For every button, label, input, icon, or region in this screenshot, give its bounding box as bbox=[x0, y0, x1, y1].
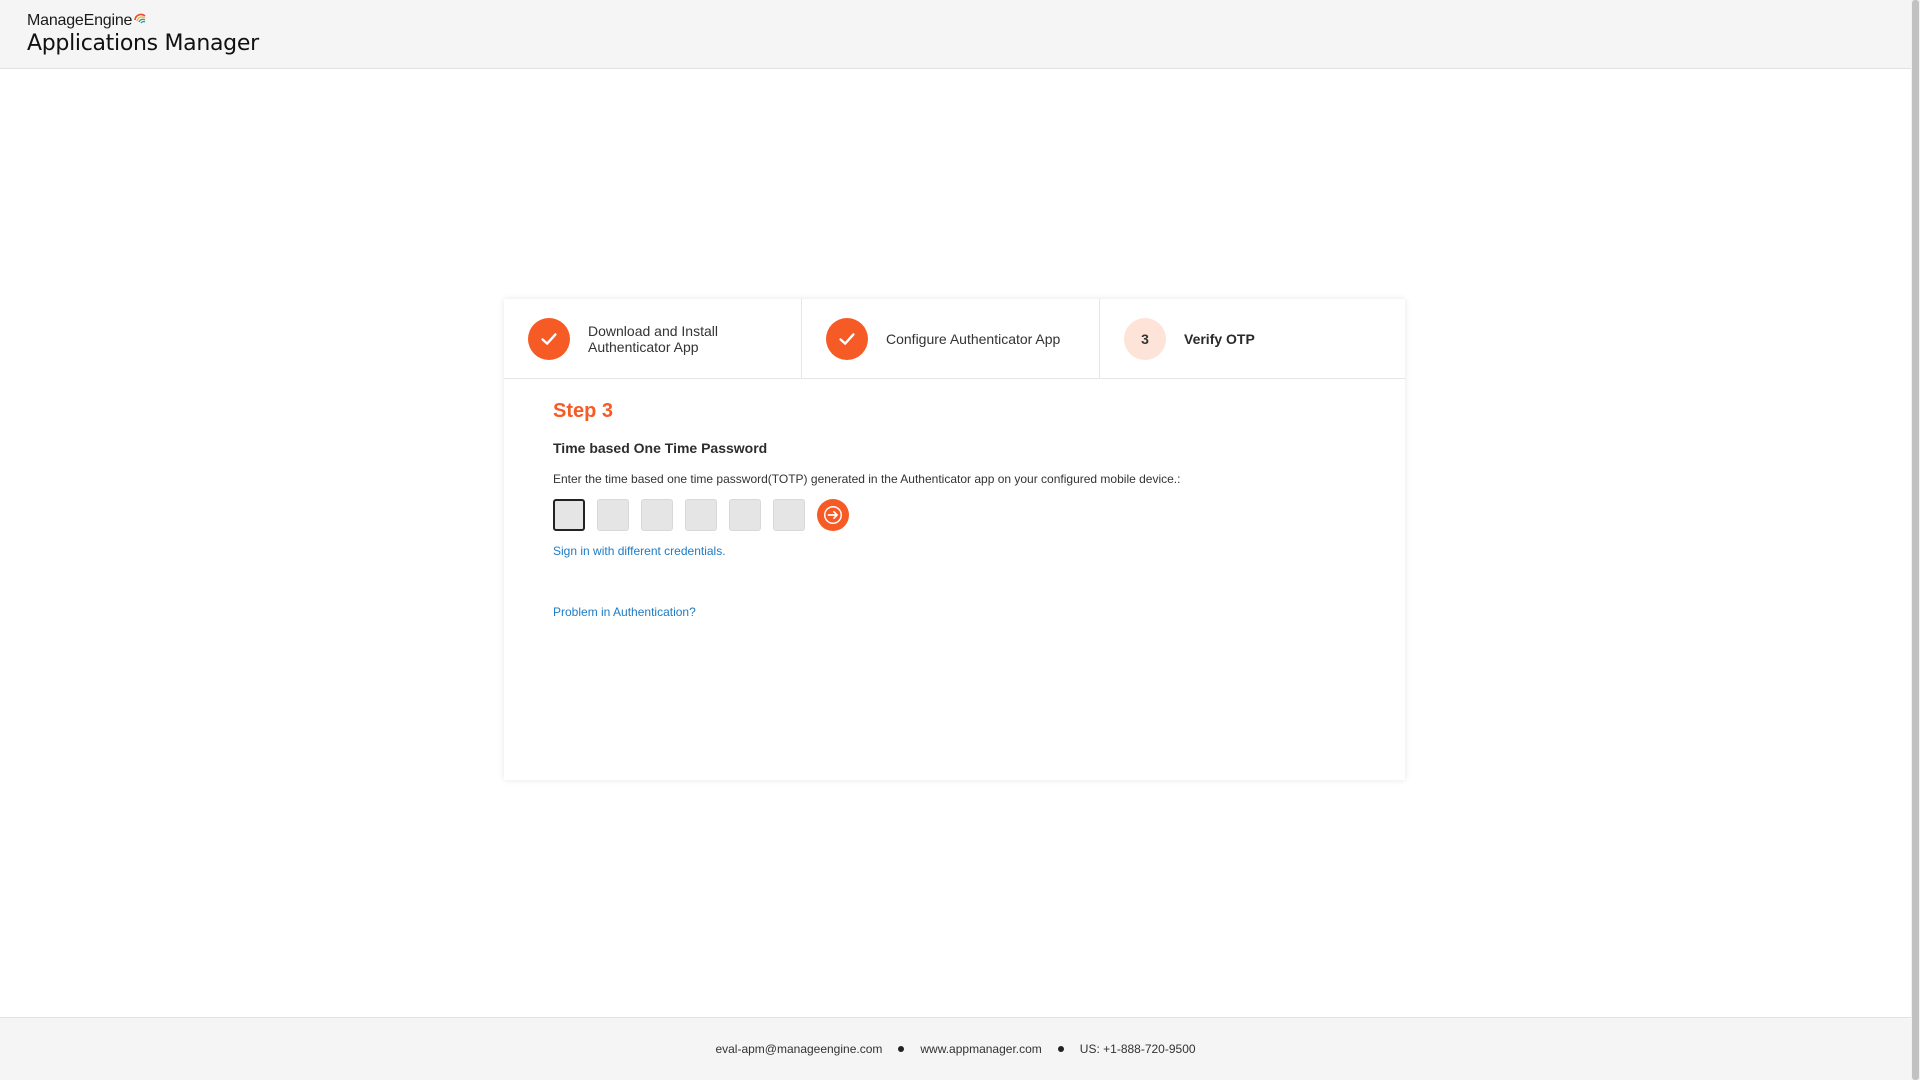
mfa-card: Download and Install Authenticator App C… bbox=[504, 299, 1405, 780]
otp-digit-5[interactable] bbox=[729, 499, 761, 531]
scrollbar[interactable] bbox=[1911, 0, 1920, 1080]
step-download-install: Download and Install Authenticator App bbox=[504, 299, 802, 378]
otp-digit-3[interactable] bbox=[641, 499, 673, 531]
otp-instruction: Enter the time based one time password(T… bbox=[553, 472, 1181, 486]
footer-phone: US: +1-888-720-9500 bbox=[1079, 1042, 1196, 1056]
product-name: Applications Manager bbox=[27, 31, 259, 56]
footer: eval-apm@manageengine.com www.appmanager… bbox=[0, 1017, 1911, 1080]
step-complete-badge bbox=[826, 317, 868, 360]
footer-separator bbox=[1057, 1046, 1064, 1052]
step-complete-badge bbox=[528, 317, 570, 360]
page: ManageEngine Applications Manager Downlo bbox=[0, 0, 1911, 1080]
step-progress: Download and Install Authenticator App C… bbox=[504, 299, 1405, 379]
otp-heading: Time based One Time Password bbox=[553, 440, 768, 456]
logo: ManageEngine Applications Manager bbox=[27, 12, 259, 57]
step-number-badge: 3 bbox=[1124, 317, 1166, 360]
footer-separator bbox=[898, 1046, 905, 1052]
footer-website: www.appmanager.com bbox=[920, 1042, 1042, 1056]
step-label: Configure Authenticator App bbox=[886, 330, 1061, 347]
otp-digit-2[interactable] bbox=[597, 499, 629, 531]
otp-digit-1[interactable] bbox=[553, 499, 585, 531]
step-label: Verify OTP bbox=[1184, 330, 1255, 347]
verify-otp-button[interactable] bbox=[817, 499, 849, 531]
check-icon bbox=[839, 332, 855, 345]
problem-auth-link[interactable]: Problem in Authentication? bbox=[553, 604, 696, 620]
step-label: Download and Install Authenticator App bbox=[588, 322, 718, 355]
logo-brand: ManageEngine bbox=[27, 12, 259, 30]
step-title: Step 3 bbox=[553, 400, 614, 422]
otp-digit-4[interactable] bbox=[685, 499, 717, 531]
alt-signin-link[interactable]: Sign in with different credentials. bbox=[553, 543, 726, 559]
otp-input-row bbox=[553, 499, 1405, 531]
otp-digit-6[interactable] bbox=[773, 499, 805, 531]
logo-brand-text: ManageEngine bbox=[27, 12, 133, 29]
check-icon bbox=[541, 332, 557, 345]
step-configure-app: Configure Authenticator App bbox=[802, 299, 1100, 378]
otp-section: Step 3 Time based One Time Password Ente… bbox=[504, 379, 1405, 621]
header: ManageEngine Applications Manager bbox=[0, 0, 1911, 69]
logo-arc-icon bbox=[134, 13, 146, 24]
step-verify-otp: 3 Verify OTP bbox=[1100, 299, 1405, 378]
footer-email: eval-apm@manageengine.com bbox=[715, 1042, 883, 1056]
arrow-right-icon bbox=[824, 506, 842, 524]
scrollbar-thumb[interactable] bbox=[1912, 0, 1919, 1080]
